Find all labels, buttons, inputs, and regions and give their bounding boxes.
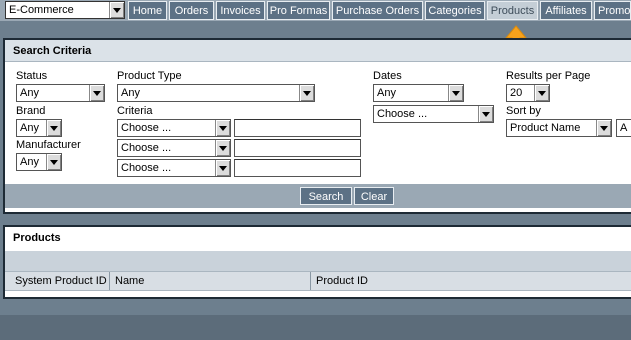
chevron-down-icon[interactable] [596,120,611,136]
chevron-down-icon[interactable] [534,85,549,101]
tab-categories[interactable]: Categories [425,1,485,20]
dates-range-value: Choose ... [377,108,428,120]
top-nav-bar: E-Commerce Home Orders Invoices Pro Form… [0,0,631,21]
product-type-select[interactable]: Any [117,84,315,102]
products-table-header: System Product ID Name Product ID [5,271,631,291]
search-button-bar: Search Clear [5,184,631,208]
tab-invoices[interactable]: Invoices [216,1,265,20]
brand-value: Any [20,122,39,134]
chevron-down-icon[interactable] [109,2,124,18]
chevron-down-icon[interactable] [89,85,104,101]
product-type-label: Product Type [117,70,182,82]
tab-pro-formas[interactable]: Pro Formas [267,1,330,20]
search-criteria-panel: Search Criteria Status Any Brand Any Man… [3,38,631,214]
manufacturer-select[interactable]: Any [16,153,62,171]
module-select[interactable]: E-Commerce [5,1,125,19]
column-header-system-product-id[interactable]: System Product ID [10,272,110,290]
criteria-field-value: Choose ... [121,142,172,154]
manufacturer-value: Any [20,156,39,168]
sort-order-select[interactable]: A [616,119,631,137]
status-value: Any [20,87,39,99]
tab-orders[interactable]: Orders [169,1,214,20]
module-select-value: E-Commerce [9,4,74,16]
chevron-down-icon[interactable] [448,85,463,101]
tab-affiliates[interactable]: Affiliates [540,1,592,20]
brand-select[interactable]: Any [16,119,62,137]
criteria-text-input-1[interactable] [234,119,361,137]
chevron-down-icon[interactable] [215,140,230,156]
products-grid-toolbar [5,251,631,271]
criteria-text-input-3[interactable] [234,159,361,177]
dates-range-select[interactable]: Choose ... [373,105,494,123]
results-per-page-value: 20 [510,87,523,99]
results-per-page-label: Results per Page [506,70,591,82]
search-button[interactable]: Search [300,187,352,205]
tab-products[interactable]: Products [487,1,538,20]
tab-purchase-orders[interactable]: Purchase Orders [332,1,423,20]
results-per-page-select[interactable]: 20 [506,84,550,102]
criteria-label: Criteria [117,105,153,117]
products-panel: Products System Product ID Name Product … [3,225,631,299]
criteria-field-select-2[interactable]: Choose ... [117,139,231,157]
brand-label: Brand [16,105,46,117]
dates-value: Any [377,87,396,99]
chevron-down-icon[interactable] [215,160,230,176]
criteria-field-select-3[interactable]: Choose ... [117,159,231,177]
chevron-down-icon[interactable] [215,120,230,136]
chevron-down-icon[interactable] [46,154,61,170]
product-type-value: Any [121,87,140,99]
criteria-text-input-2[interactable] [234,139,361,157]
sort-by-select[interactable]: Product Name [506,119,612,137]
status-label: Status [16,70,48,82]
criteria-field-value: Choose ... [121,162,172,174]
search-criteria-title: Search Criteria [5,40,631,62]
tab-home[interactable]: Home [128,1,167,20]
status-select[interactable]: Any [16,84,105,102]
tab-promotions[interactable]: Promoti [594,1,631,20]
footer-bar [0,315,631,340]
criteria-field-select-1[interactable]: Choose ... [117,119,231,137]
dates-select[interactable]: Any [373,84,464,102]
criteria-field-value: Choose ... [121,122,172,134]
dates-label: Dates [373,70,402,82]
header-strip [0,21,631,38]
products-title: Products [5,227,631,249]
chevron-down-icon[interactable] [46,120,61,136]
chevron-down-icon[interactable] [299,85,314,101]
manufacturer-label: Manufacturer [16,139,81,151]
column-header-name[interactable]: Name [110,272,311,290]
sort-by-label: Sort by [506,105,541,117]
sort-by-value: Product Name [510,122,581,134]
clear-button[interactable]: Clear [354,187,394,205]
sort-order-value: A [620,122,628,134]
column-header-product-id[interactable]: Product ID [311,272,631,290]
chevron-down-icon[interactable] [478,106,493,122]
